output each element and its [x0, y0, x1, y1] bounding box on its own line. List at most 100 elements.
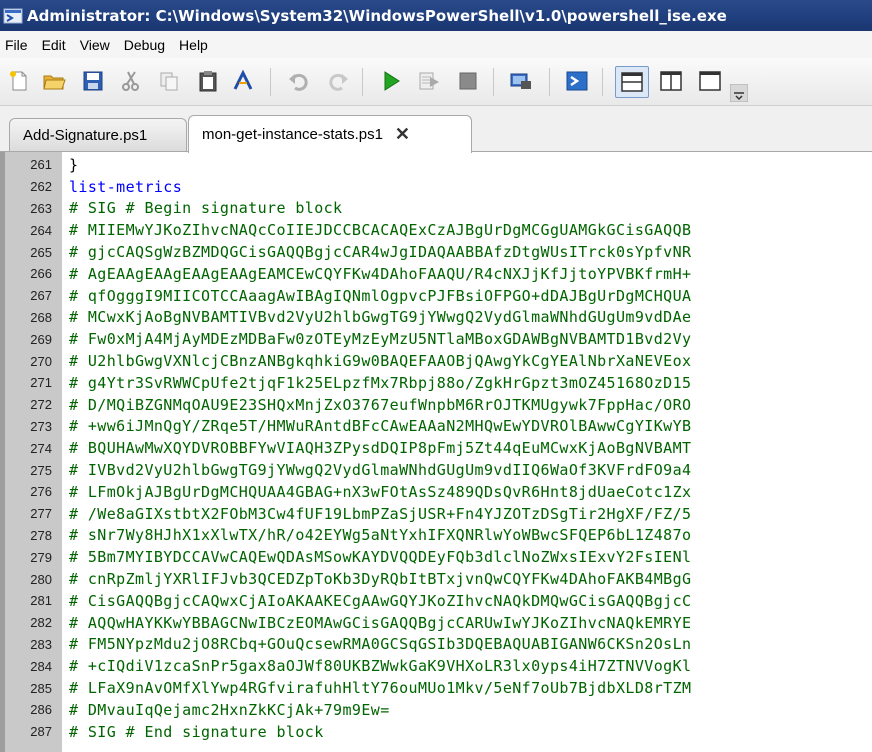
code-line[interactable]: 267 # qfOgggI9MIICOTCCAaagAwIBAgIQNmlOgpv…	[0, 285, 872, 307]
layout-max-icon[interactable]	[695, 68, 725, 94]
code-comment: # LFmOkjAJBgUrDgMCHQUAA4GBAG+nX3wFOtAsSz…	[69, 482, 692, 501]
menu-debug[interactable]: Debug	[117, 35, 172, 55]
line-number: 279	[30, 549, 52, 565]
toolbar	[0, 58, 872, 106]
code-line[interactable]: 281 # CisGAQQBgjcCAQwxCjAIoAKAAKECgAAwGQY…	[0, 590, 872, 612]
powershell-console-icon[interactable]	[564, 68, 590, 94]
code-line[interactable]: 284 # +cIQdiV1zcaSnPr5gax8aOJWf80UKBZWwkG…	[0, 655, 872, 677]
line-number: 283	[30, 636, 52, 652]
code-line[interactable]: 286 # DMvauIqQejamc2HxnZkKCjAk+79m9Ew=	[0, 699, 872, 721]
remote-tab-icon[interactable]	[508, 68, 534, 94]
menu-view[interactable]: View	[73, 35, 117, 55]
run-script-icon[interactable]	[378, 68, 404, 94]
code-comment: # 5Bm7MYIBYDCCAVwCAQEwQDAsMSowKAYDVQQDEy…	[69, 548, 692, 567]
tab-mon-get-instance-stats[interactable]: mon-get-instance-stats.ps1 ✕	[188, 115, 472, 153]
code-line[interactable]: 261}	[0, 154, 872, 176]
code-line[interactable]: 276 # LFmOkjAJBgUrDgMCHQUAA4GBAG+nX3wFOtA…	[0, 481, 872, 503]
code-line[interactable]: 264 # MIIEMwYJKoZIhvcNAQcCoIIEJDCCBCACAQE…	[0, 219, 872, 241]
code-comment: # AQQwHAYKKwYBBAGCNwIBCzEOMAwGCisGAQQBgj…	[69, 613, 692, 632]
line-number: 281	[30, 593, 52, 609]
code-line[interactable]: 275 # IVBvd2VyU2hlbGwgTG9jYWwgQ2VydGlmaWN…	[0, 459, 872, 481]
layout-right-icon[interactable]	[656, 68, 686, 94]
close-icon[interactable]: ✕	[395, 124, 410, 145]
menu-edit[interactable]: Edit	[35, 35, 73, 55]
code-comment: # BQUHAwMwXQYDVROBBFYwVIAQH3ZPysdDQIP8pF…	[69, 439, 692, 458]
stop-icon[interactable]	[455, 68, 481, 94]
line-number: 272	[30, 397, 52, 413]
title-bar: Administrator: C:\Windows\System32\Windo…	[0, 0, 872, 31]
redo-icon[interactable]	[325, 68, 351, 94]
menu-help[interactable]: Help	[172, 35, 215, 55]
code-line[interactable]: 271 # g4Ytr3SvRWWCpUfe2tjqF1k25ELpzfMx7Rb…	[0, 372, 872, 394]
line-number: 273	[30, 418, 52, 434]
window-title: Administrator: C:\Windows\System32\Windo…	[27, 6, 727, 25]
code-line[interactable]: 265 # gjcCAQSgWzBZMDQGCisGAQQBgjcCAR4wJgI…	[0, 241, 872, 263]
code-line[interactable]: 266 # AgEAAgEAAgEAAgEAAgEAMCEwCQYFKw4DAho…	[0, 263, 872, 285]
code-comment: # +cIQdiV1zcaSnPr5gax8aOJWf80UKBZWwkGaK9…	[69, 657, 692, 676]
code-line[interactable]: 270 # U2hlbGwgVXNlcjCBnzANBgkqhkiG9w0BAQE…	[0, 350, 872, 372]
clear-icon[interactable]	[230, 68, 256, 94]
code-line[interactable]: 280 # cnRpZmljYXRlIFJvb3QCEDZpToKb3DyRQbI…	[0, 568, 872, 590]
script-editor[interactable]: 261} 262 list-metrics 263 # SIG # Begin sign…	[0, 152, 872, 752]
line-number: 264	[30, 222, 52, 238]
toolbar-separator	[493, 68, 494, 96]
code-comment: # g4Ytr3SvRWWCpUfe2tjqF1k25ELpzfMx7Rbpj8…	[69, 373, 692, 392]
code-line[interactable]: 285 # LFaX9nAvOMfXlYwp4RGfvirafuhHltY76ou…	[0, 677, 872, 699]
line-number: 277	[30, 506, 52, 522]
powershell-ise-icon	[3, 7, 23, 25]
menu-file[interactable]: File	[0, 35, 35, 55]
toolbar-separator	[549, 68, 550, 96]
line-number: 286	[30, 702, 52, 718]
code-comment: # Fw0xMjA4MjAyMDEzMDBaFw0zOTEyMzEyMzU5NT…	[69, 330, 692, 349]
paste-icon[interactable]	[195, 68, 221, 94]
code-comment: # SIG # Begin signature block	[69, 199, 343, 218]
tab-label: mon-get-instance-stats.ps1	[202, 126, 383, 143]
code-line[interactable]: 277 # /We8aGIXstbtX2FObM3Cw4fUF19LbmPZaSj…	[0, 503, 872, 525]
toolbar-separator	[270, 68, 271, 96]
code-line[interactable]: 278 # sNr7Wy8HJhX1xXlwTX/hR/o42EYWg5aNtYx…	[0, 525, 872, 547]
new-icon[interactable]	[6, 68, 32, 94]
code-comment: # CisGAQQBgjcCAQwxCjAIoAKAAKECgAAwGQYJKo…	[69, 591, 692, 610]
code-comment: # MIIEMwYJKoZIhvcNAQcCoIIEJDCCBCACAQExCz…	[69, 221, 692, 240]
code-line[interactable]: 268 # MCwxKjAoBgNVBAMTIVBvd2VyU2hlbGwgTG9…	[0, 307, 872, 329]
code-line[interactable]: 262 list-metrics	[0, 176, 872, 198]
layout-top-icon[interactable]	[615, 66, 649, 98]
line-number: 285	[30, 680, 52, 696]
line-number: 268	[30, 309, 52, 325]
save-icon[interactable]	[80, 68, 106, 94]
copy-icon[interactable]	[156, 68, 182, 94]
code-comment: # sNr7Wy8HJhX1xXlwTX/hR/o42EYWg5aNtYxhIF…	[69, 526, 692, 545]
line-number: 282	[30, 615, 52, 631]
code-comment: # D/MQiBZGNMqOAU9E23SHQxMnjZxO3767eufWnp…	[69, 395, 692, 414]
code-line[interactable]: 269 # Fw0xMjA4MjAyMDEzMDBaFw0zOTEyMzEyMzU…	[0, 328, 872, 350]
code-line[interactable]: 263 # SIG # Begin signature block	[0, 198, 872, 220]
code-comment: # U2hlbGwgVXNlcjCBnzANBgkqhkiG9w0BAQEFAA…	[69, 352, 692, 371]
open-icon[interactable]	[41, 68, 67, 94]
code-line[interactable]: 272 # D/MQiBZGNMqOAU9E23SHQxMnjZxO3767euf…	[0, 394, 872, 416]
line-number: 263	[30, 200, 52, 216]
code-line[interactable]: 287 # SIG # End signature block	[0, 721, 872, 743]
code-line[interactable]: 273 # +ww6iJMnQgY/ZRqe5T/HMWuRAntdBFcCAwE…	[0, 416, 872, 438]
code-line[interactable]: 274 # BQUHAwMwXQYDVROBBFYwVIAQH3ZPysdDQIP…	[0, 437, 872, 459]
line-number: 267	[30, 288, 52, 304]
line-number: 276	[30, 484, 52, 500]
code-text: }	[69, 155, 79, 174]
code-comment: # FM5NYpzMdu2jO8RCbq+GOuQcsewRMA0GCSqGSI…	[69, 635, 692, 654]
code-line[interactable]: 279 # 5Bm7MYIBYDCCAVwCAQEwQDAsMSowKAYDVQQ…	[0, 546, 872, 568]
line-number: 275	[30, 462, 52, 478]
tab-add-signature[interactable]: Add-Signature.ps1	[9, 118, 187, 151]
line-number: 266	[30, 266, 52, 282]
line-number: 280	[30, 571, 52, 587]
code-comment: # gjcCAQSgWzBZMDQGCisGAQQBgjcCAR4wJgIDAQ…	[69, 243, 692, 262]
line-number: 271	[30, 375, 52, 391]
cut-icon[interactable]	[118, 68, 144, 94]
line-number: 261	[30, 157, 52, 173]
undo-icon[interactable]	[286, 68, 312, 94]
tab-strip: Add-Signature.ps1 mon-get-instance-stats…	[0, 106, 872, 153]
toolbar-overflow-icon[interactable]	[730, 84, 748, 102]
line-number: 284	[30, 658, 52, 674]
run-selection-icon[interactable]	[416, 68, 442, 94]
code-line[interactable]: 282 # AQQwHAYKKwYBBAGCNwIBCzEOMAwGCisGAQQ…	[0, 612, 872, 634]
code-line[interactable]: 283 # FM5NYpzMdu2jO8RCbq+GOuQcsewRMA0GCSq…	[0, 634, 872, 656]
code-comment: # /We8aGIXstbtX2FObM3Cw4fUF19LbmPZaSjUSR…	[69, 504, 692, 523]
